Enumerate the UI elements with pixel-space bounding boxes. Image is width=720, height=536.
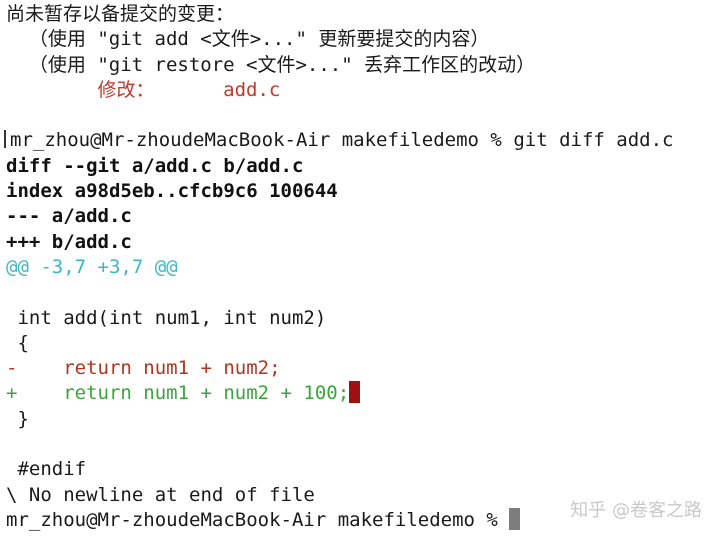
diff-removed-line: - return num1 + num2; [6, 357, 281, 380]
terminal-window[interactable]: 尚未暂存以备提交的变更： （使用 "git add <文件>..." 更新要提交… [0, 0, 720, 536]
command-text: git diff add.c [513, 129, 674, 152]
modified-label: 修改： [97, 78, 155, 101]
modified-entry: 修改： add.c [0, 78, 720, 103]
hint-restore: （使用 "git restore <文件>..." 丢弃工作区的改动） [6, 53, 536, 76]
watermark-text: 知乎 @卷客之路 [570, 500, 702, 521]
diff-header-git: diff --git a/add.c b/add.c [6, 154, 304, 177]
hint-add: （使用 "git add <文件>..." 更新要提交的内容） [6, 28, 490, 51]
unstaged-header: 尚未暂存以备提交的变更： [6, 3, 235, 25]
partial-bracket-glyph [4, 130, 6, 149]
text-cursor-block [349, 381, 361, 404]
diff-header-old: --- a/add.c [6, 205, 132, 228]
command-prompt: mr_zhou@Mr-zhoudeMacBook-Air makefiledem… [10, 129, 514, 152]
diff-context-line: int add(int num1, int num2) [6, 306, 327, 329]
diff-header-index: index a98d5eb..cfcb9c6 100644 [6, 180, 338, 203]
diff-added-text: + return num1 + num2 + 100; [6, 382, 350, 405]
diff-hunk-header: @@ -3,7 +3,7 @@ [6, 255, 178, 278]
diff-header-new: +++ b/add.c [6, 230, 132, 253]
terminal-cursor [509, 507, 521, 530]
modified-file: add.c [223, 78, 281, 101]
diff-context-line: #endif [6, 458, 87, 481]
diff-context-line: { [6, 331, 29, 354]
diff-added-line: + return num1 + num2 + 100; [0, 381, 720, 406]
final-prompt: mr_zhou@Mr-zhoudeMacBook-Air makefiledem… [6, 508, 510, 531]
diff-context-line: } [6, 407, 29, 430]
command-line: mr_zhou@Mr-zhoudeMacBook-Air makefiledem… [0, 128, 720, 153]
